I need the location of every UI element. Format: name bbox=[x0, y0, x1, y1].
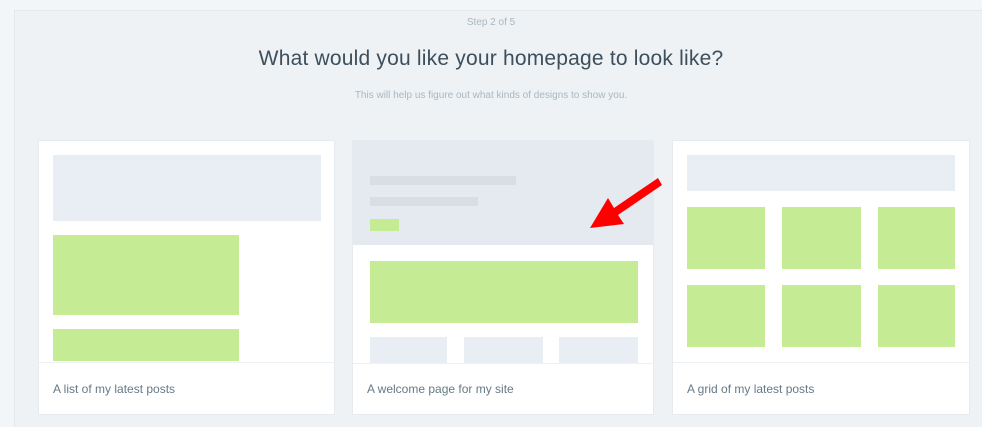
option-card-latest-posts-grid[interactable]: A grid of my latest posts bbox=[672, 140, 970, 415]
preview-grid-tile bbox=[687, 285, 765, 347]
preview-grid-tile bbox=[878, 285, 955, 347]
preview-post-placeholder bbox=[53, 235, 239, 315]
preview-grid-tile bbox=[687, 207, 765, 269]
preview-column-placeholder bbox=[464, 337, 543, 363]
preview-grid-tile bbox=[782, 285, 861, 347]
preview-column-placeholder bbox=[370, 337, 447, 363]
preview-header-placeholder bbox=[53, 155, 321, 221]
card-divider bbox=[673, 362, 969, 363]
preview-post-placeholder bbox=[53, 329, 239, 361]
step-indicator: Step 2 of 5 bbox=[466, 17, 516, 28]
preview-grid-tile bbox=[878, 207, 955, 269]
preview-button-placeholder bbox=[370, 219, 399, 231]
preview-column-placeholder bbox=[559, 337, 638, 363]
red-arrow-icon bbox=[590, 178, 662, 228]
page-title: What would you like your homepage to loo… bbox=[258, 47, 724, 70]
option-label: A list of my latest posts bbox=[53, 382, 176, 396]
option-label: A welcome page for my site bbox=[367, 382, 514, 396]
preview-header-placeholder bbox=[687, 155, 955, 191]
card-divider bbox=[353, 363, 653, 364]
card-divider bbox=[39, 362, 334, 363]
option-label: A grid of my latest posts bbox=[687, 382, 815, 396]
page-subtitle: This will help us figure out what kinds … bbox=[354, 90, 628, 101]
preview-text-placeholder bbox=[370, 197, 478, 206]
option-card-latest-posts-list[interactable]: A list of my latest posts bbox=[38, 140, 335, 415]
preview-feature-placeholder bbox=[370, 261, 638, 323]
preview-grid-tile bbox=[782, 207, 861, 269]
preview-heading-placeholder bbox=[370, 176, 516, 185]
